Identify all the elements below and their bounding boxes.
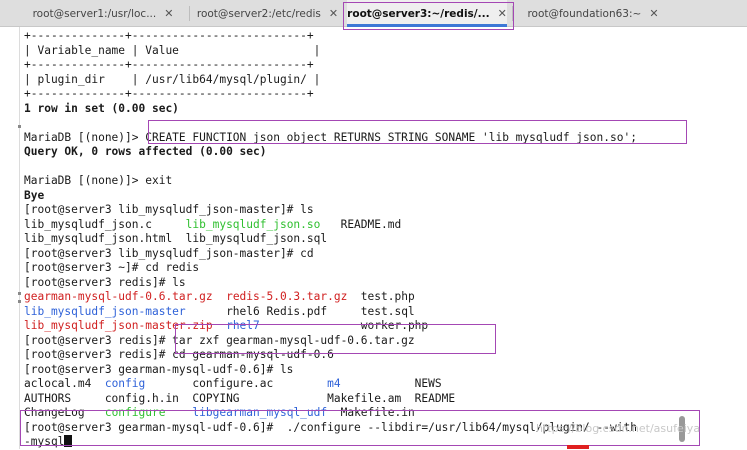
terminal-text: lib_mysqludf_json.c (24, 217, 186, 231)
tab-foundation63[interactable]: root@foundation63:~ ✕ (513, 0, 673, 27)
terminal-text: configure.ac (145, 377, 328, 390)
gutter-marker (18, 292, 21, 295)
terminal-text: +--------------+------------------------… (24, 58, 314, 71)
terminal-text: [root@server3 gearman-mysql-udf-0.6]# ls (24, 362, 294, 376)
terminal-line: AUTHORS config.h.in COPYING Makefile.am … (24, 392, 637, 407)
terminal-text: [root@server3 redis]# ls (24, 275, 186, 289)
terminal-text: lib_mysqludf_json-master (24, 304, 186, 318)
terminal-line: [root@server3 lib_mysqludf_json-master]#… (24, 203, 637, 218)
terminal-line: 1 row in set (0.00 sec) (24, 102, 637, 117)
terminal-text: Bye (24, 188, 45, 202)
close-icon[interactable]: ✕ (329, 7, 338, 20)
highlight-create-function (148, 120, 687, 144)
terminal-line: gearman-mysql-udf-0.6.tar.gz redis-5.0.3… (24, 290, 637, 305)
terminal-text: 1 row in set (0.00 sec) (24, 101, 179, 115)
highlight-tar-cd-commands (175, 324, 496, 354)
terminal-line: [root@server3 lib_mysqludf_json-master]#… (24, 247, 637, 262)
tab-label: root@server2:/etc/redis (196, 7, 321, 20)
terminal-text: Query OK, 0 rows affected (0.00 sec) (24, 145, 267, 158)
terminal-text: test.php (347, 290, 415, 303)
terminal-line: Bye (24, 189, 637, 204)
tab-server2[interactable]: root@server2:/etc/redis ✕ (190, 0, 345, 27)
terminal-line: lib_mysqludf_json-master rhel6 Redis.pdf… (24, 305, 637, 320)
terminal-line: | Variable_name | Value | (24, 44, 637, 59)
terminal-text: m4 (327, 377, 341, 390)
terminal-line: +--------------+------------------------… (24, 58, 637, 73)
terminal-line: aclocal.m4 config configure.ac m4 NEWS (24, 377, 637, 392)
gutter-marker (18, 125, 21, 128)
terminal-text: [root@server3 lib_mysqludf_json-master]#… (24, 203, 314, 216)
terminal-text: | Variable_name | Value | (24, 43, 321, 57)
terminal-text: rhel6 Redis.pdf test.sql (185, 304, 415, 318)
tab-label: root@server1:/usr/loc... (32, 7, 157, 20)
terminal-line: [root@server3 gearman-mysql-udf-0.6]# ls (24, 363, 637, 378)
terminal-text: [root@server3 ~]# cd redis (24, 261, 200, 274)
terminal-line: Query OK, 0 rows affected (0.00 sec) (24, 145, 637, 160)
terminal-text: config (104, 377, 146, 390)
terminal-text: MariaDB [(none)]> exit (24, 174, 173, 187)
gutter-marker (18, 300, 21, 303)
terminal-line: | plugin_dir | /usr/lib64/mysql/plugin/ … (24, 73, 637, 88)
red-marker (567, 445, 589, 449)
terminal-line: lib_mysqludf_json.html lib_mysqludf_json… (24, 232, 637, 247)
terminal-text: aclocal.m4 (24, 377, 105, 390)
terminal-text: README.md (320, 217, 402, 231)
watermark-text: https://blog.csdn.net/asufeiya (536, 422, 701, 435)
highlight-active-tab (343, 2, 514, 30)
terminal-line: [root@server3 redis]# ls (24, 276, 637, 291)
terminal-text: [root@server3 lib_mysqludf_json-master]#… (24, 246, 314, 260)
terminal-text: +--------------+------------------------… (24, 87, 314, 100)
terminal-text: AUTHORS config.h.in COPYING Makefile.am … (24, 391, 456, 405)
terminal-text: | plugin_dir | /usr/lib64/mysql/plugin/ … (24, 72, 321, 86)
terminal-text: gearman-mysql-udf-0.6.tar.gz (24, 290, 213, 303)
close-icon[interactable]: ✕ (649, 7, 658, 20)
terminal-view[interactable]: +--------------+------------------------… (0, 27, 747, 449)
terminal-line: +--------------+------------------------… (24, 87, 637, 102)
terminal-text: +--------------+------------------------… (24, 29, 314, 42)
terminal-gutter (19, 27, 20, 449)
terminal-text: lib_mysqludf_json.so (185, 217, 321, 231)
terminal-text: redis-5.0.3.tar.gz (226, 290, 348, 303)
terminal-line: lib_mysqludf_json.c lib_mysqludf_json.so… (24, 218, 637, 233)
tab-server1[interactable]: root@server1:/usr/loc... ✕ (18, 0, 188, 27)
terminal-line: [root@server3 ~]# cd redis (24, 261, 637, 276)
terminal-text: NEWS (340, 377, 442, 390)
terminal-line: MariaDB [(none)]> exit (24, 174, 637, 189)
terminal-output: +--------------+------------------------… (24, 29, 637, 450)
close-icon[interactable]: ✕ (164, 7, 173, 20)
terminal-line: +--------------+------------------------… (24, 29, 637, 44)
terminal-text: lib_mysqludf_json.html lib_mysqludf_json… (24, 232, 328, 245)
tab-label: root@foundation63:~ (527, 7, 642, 20)
